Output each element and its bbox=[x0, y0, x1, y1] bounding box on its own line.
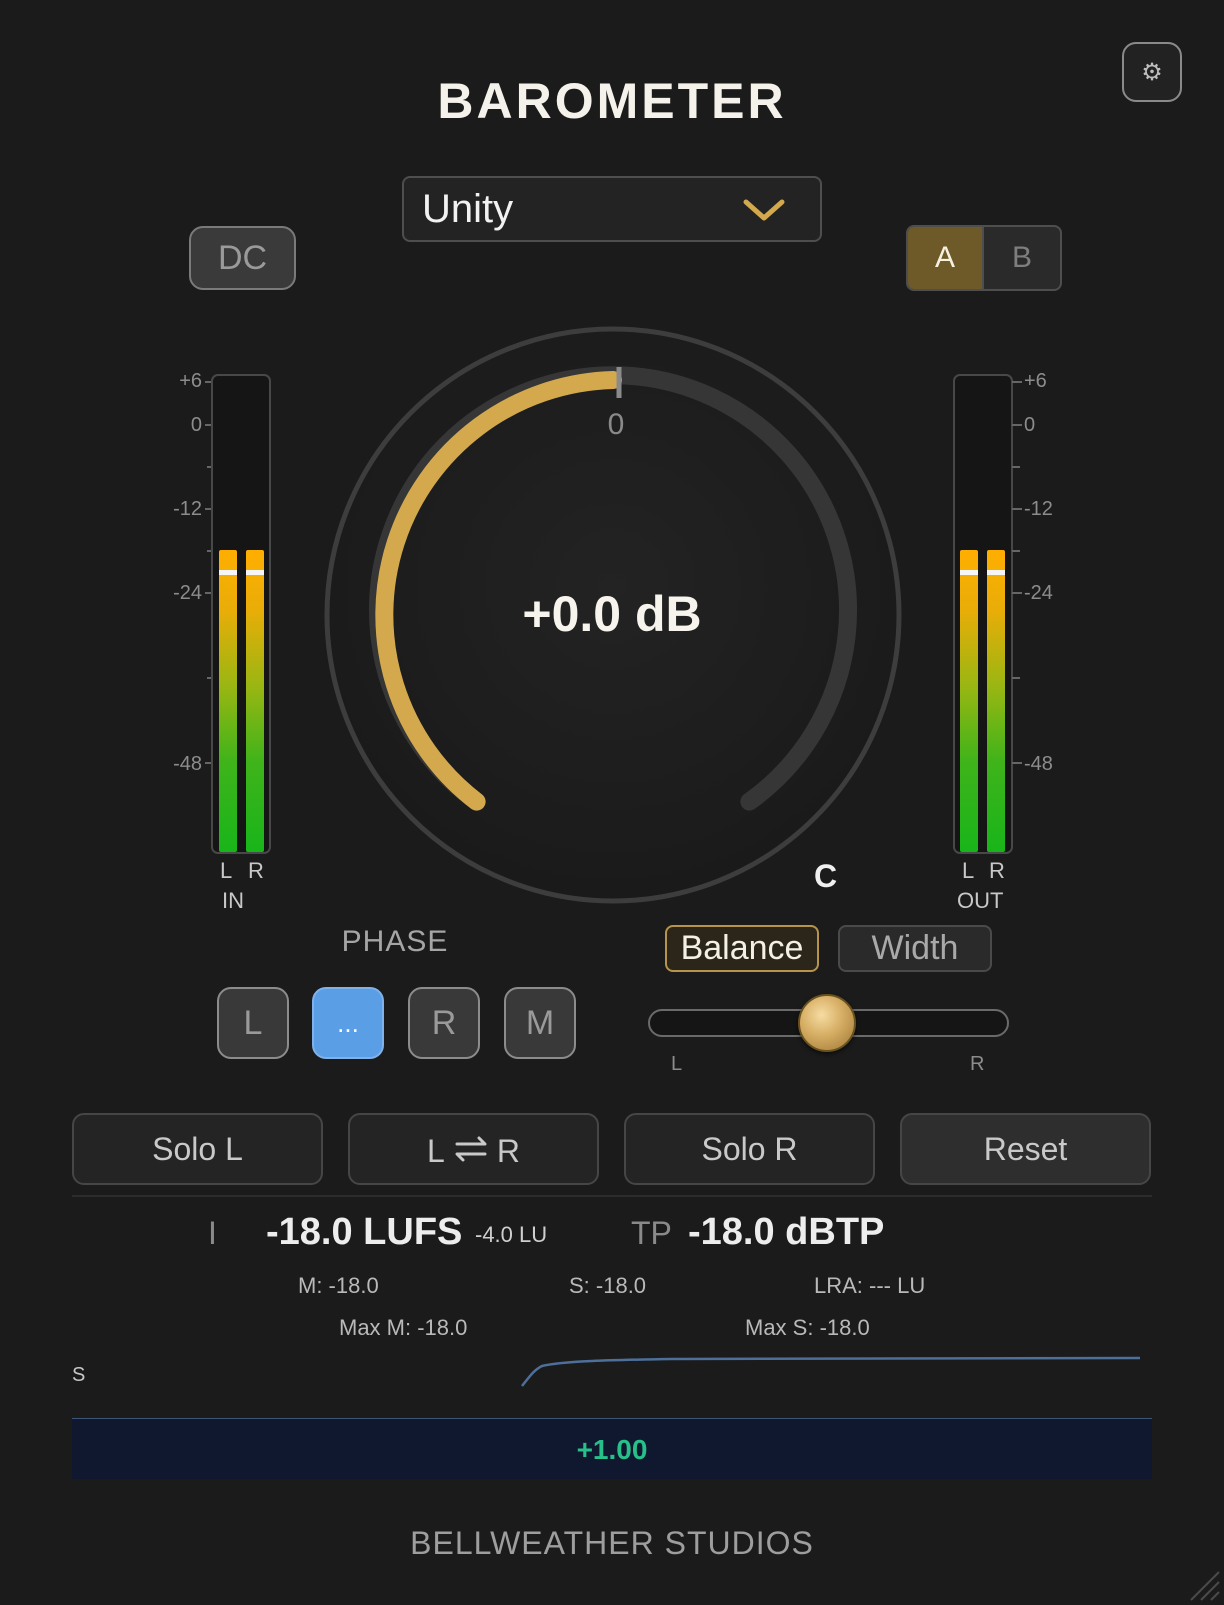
output-scale-label: -12 bbox=[1024, 498, 1053, 520]
balance-mode-button[interactable]: Balance bbox=[665, 925, 819, 972]
swap-arrows-icon bbox=[455, 1136, 487, 1162]
ab-toggle: A B bbox=[906, 225, 1062, 291]
chevron-down-icon bbox=[743, 199, 785, 221]
output-scale-label: 0 bbox=[1024, 414, 1036, 436]
output-channel-r: R bbox=[989, 858, 1005, 883]
preset-dropdown[interactable]: Unity bbox=[402, 176, 822, 242]
knob-zero-label: 0 bbox=[607, 408, 625, 441]
true-peak-value: -18.0 dBTP bbox=[688, 1211, 885, 1253]
output-peak-marker-right bbox=[987, 570, 1005, 575]
dc-button[interactable]: DC bbox=[189, 226, 296, 290]
input-scale-label: -12 bbox=[173, 498, 202, 520]
integrated-loudness-value: -18.0 LUFS bbox=[266, 1211, 463, 1253]
center-indicator: C bbox=[814, 858, 838, 894]
input-scale-label: +6 bbox=[179, 370, 202, 392]
output-meter-scale-ticks bbox=[1012, 381, 1022, 764]
output-scale-label: -48 bbox=[1024, 753, 1053, 775]
input-channel-r: R bbox=[248, 858, 264, 883]
input-peak-marker-left bbox=[219, 570, 237, 575]
slider-left-label: L bbox=[671, 1053, 683, 1075]
phase-label: PHASE bbox=[341, 925, 449, 958]
short-term-loudness: S: -18.0 bbox=[569, 1273, 647, 1298]
swap-channels-button[interactable]: L R bbox=[348, 1113, 599, 1185]
solo-left-button[interactable]: Solo L bbox=[72, 1113, 323, 1185]
phase-right-button[interactable]: R bbox=[408, 987, 480, 1059]
loudness-history-graph bbox=[72, 1356, 1152, 1420]
input-channel-l: L bbox=[220, 858, 233, 883]
output-peak-marker-left bbox=[960, 570, 978, 575]
app-title: BAROMETER bbox=[437, 73, 787, 129]
correlation-value: +1.00 bbox=[576, 1434, 648, 1465]
settings-button[interactable]: ⚙ bbox=[1122, 42, 1182, 102]
solo-right-button[interactable]: Solo R bbox=[624, 1113, 875, 1185]
slider-right-label: R bbox=[970, 1053, 985, 1075]
true-peak-key: TP bbox=[631, 1215, 672, 1251]
output-channel-l: L bbox=[962, 858, 975, 883]
momentary-loudness: M: -18.0 bbox=[298, 1273, 379, 1298]
integrated-loudness-key: I bbox=[208, 1215, 217, 1251]
preset-selected-value: Unity bbox=[422, 186, 514, 231]
input-peak-marker-right bbox=[246, 570, 264, 575]
preset-a-button[interactable]: A bbox=[908, 227, 985, 289]
short-term-history-line bbox=[521, 1356, 1141, 1387]
resize-grip-icon[interactable] bbox=[1185, 1566, 1221, 1602]
output-scale-label: +6 bbox=[1024, 370, 1047, 392]
brand-footer: BELLWEATHER STUDIOS bbox=[410, 1525, 814, 1561]
gear-icon: ⚙ bbox=[1141, 58, 1163, 86]
width-mode-button[interactable]: Width bbox=[838, 925, 992, 972]
gain-value-readout: +0.0 dB bbox=[522, 586, 702, 642]
balance-slider-thumb[interactable] bbox=[798, 994, 856, 1052]
phase-mid-button[interactable]: M bbox=[504, 987, 576, 1059]
phase-left-button[interactable]: L bbox=[217, 987, 289, 1059]
loudness-range: LRA: --- LU bbox=[814, 1273, 926, 1298]
loudness-delta: -4.0 LU bbox=[475, 1222, 548, 1247]
input-scale-label: 0 bbox=[190, 414, 202, 436]
swap-right-label: R bbox=[496, 1132, 520, 1169]
swap-left-label: L bbox=[427, 1132, 445, 1169]
phase-more-button[interactable]: ... bbox=[312, 987, 384, 1059]
section-divider bbox=[72, 1195, 1152, 1197]
output-meter-label: OUT bbox=[957, 888, 1004, 913]
preset-b-button[interactable]: B bbox=[984, 227, 1060, 289]
input-meter-label: IN bbox=[222, 888, 244, 913]
reset-button[interactable]: Reset bbox=[900, 1113, 1151, 1185]
input-scale-label: -48 bbox=[173, 753, 202, 775]
